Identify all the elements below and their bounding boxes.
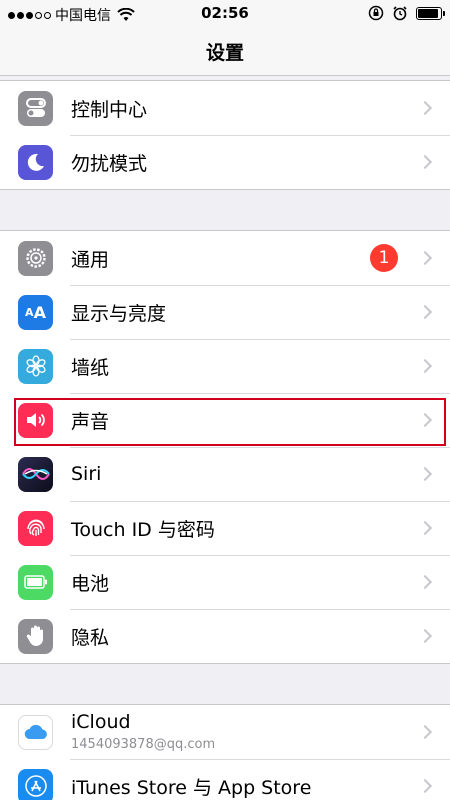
gear-icon (18, 240, 53, 276)
status-bar: 中国电信 02:56 (0, 0, 450, 26)
display-brightness-icon: AA (18, 294, 53, 330)
settings-row-label: 电池 (71, 572, 110, 595)
battery-icon (18, 564, 53, 600)
chevron-right-icon (417, 100, 433, 116)
chevron-right-icon (417, 154, 433, 170)
notification-badge: 1 (370, 244, 398, 272)
chevron-right-icon (417, 250, 433, 266)
settings-row-label: 通用 (71, 248, 110, 271)
settings-row-label: iTunes Store 与 App Store (71, 776, 312, 799)
settings-row-label: iCloud (71, 711, 131, 733)
settings-row-label: 显示与亮度 (71, 302, 167, 325)
settings-row-icloud[interactable]: iCloud 1454093878@qq.com (0, 705, 450, 759)
control-center-icon (18, 90, 53, 126)
chevron-right-icon (417, 724, 433, 740)
settings-row-label: 墙纸 (71, 356, 110, 379)
wallpaper-icon (18, 348, 53, 384)
siri-icon (18, 456, 53, 492)
settings-row-display-brightness[interactable]: AA 显示与亮度 (0, 285, 450, 339)
chevron-right-icon (417, 304, 433, 320)
battery-indicator (416, 6, 445, 20)
icloud-icon (18, 714, 53, 750)
settings-row-label: 控制中心 (71, 98, 148, 121)
alarm-icon (393, 6, 407, 21)
status-right (368, 5, 445, 21)
battery-fill (418, 8, 438, 18)
settings-row-label: 勿扰模式 (71, 152, 148, 175)
settings-group-3: iCloud 1454093878@qq.com iTunes Store 与 … (0, 704, 450, 800)
privacy-hand-icon (18, 618, 53, 654)
fingerprint-icon (18, 510, 53, 546)
settings-group-2: 通用 1 AA 显示与亮度 墙纸 声音 Siri Touch ID 与密码 电池… (0, 230, 450, 664)
settings-row-label: Siri (71, 463, 102, 485)
chevron-right-icon (417, 778, 433, 794)
chevron-right-icon (417, 628, 433, 644)
app-store-icon (18, 768, 53, 800)
chevron-right-icon (417, 358, 433, 374)
page-title: 设置 (205, 42, 244, 64)
settings-row-battery[interactable]: 电池 (0, 555, 450, 609)
settings-row-wallpaper[interactable]: 墙纸 (0, 339, 450, 393)
settings-row-general[interactable]: 通用 1 (0, 231, 450, 285)
settings-row-control-center[interactable]: 控制中心 (0, 81, 450, 135)
settings-row-itunes-app-store[interactable]: iTunes Store 与 App Store (0, 759, 450, 800)
orientation-lock-icon (368, 5, 384, 21)
settings-row-touch-id[interactable]: Touch ID 与密码 (0, 501, 450, 555)
chevron-right-icon (417, 466, 433, 482)
highlight-box (14, 398, 446, 446)
settings-row-do-not-disturb[interactable]: 勿扰模式 (0, 135, 450, 189)
do-not-disturb-icon (18, 144, 53, 180)
settings-row-siri[interactable]: Siri (0, 447, 450, 501)
chevron-right-icon (417, 520, 433, 536)
chevron-right-icon (417, 574, 433, 590)
account-email: 1454093878@qq.com (71, 737, 216, 752)
settings-row-label: Touch ID 与密码 (71, 518, 215, 541)
navigation-bar: 设置 (0, 26, 450, 76)
settings-row-label: 隐私 (71, 626, 110, 649)
settings-group-1: 控制中心 勿扰模式 (0, 80, 450, 190)
settings-row-privacy[interactable]: 隐私 (0, 609, 450, 663)
